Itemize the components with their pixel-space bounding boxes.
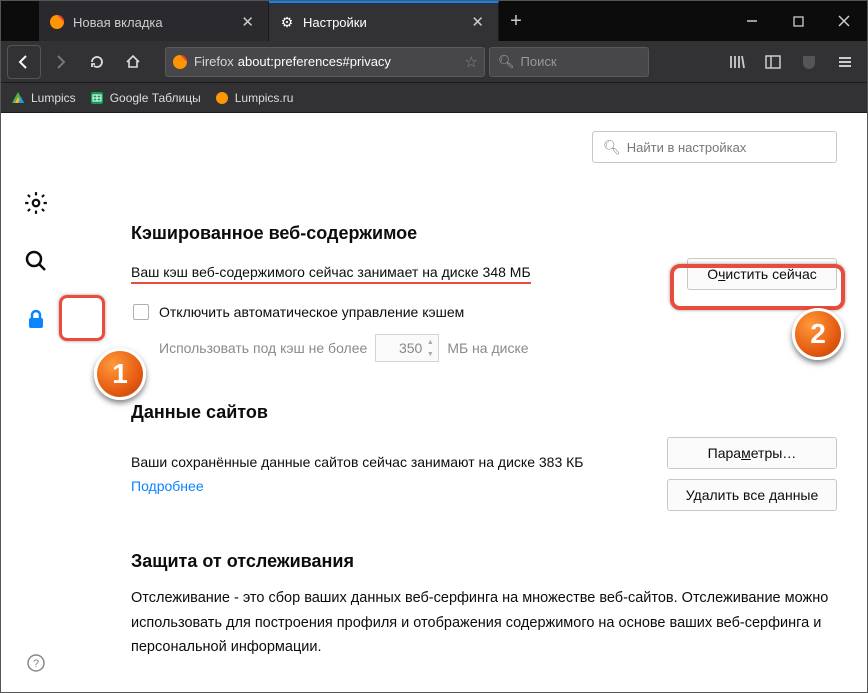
bookmark-item[interactable]: Google Таблицы	[90, 91, 201, 105]
tab-title: Настройки	[303, 15, 467, 30]
category-privacy[interactable]	[16, 299, 56, 339]
home-button[interactable]	[117, 46, 149, 78]
bookmark-label: Google Таблицы	[110, 91, 201, 105]
search-icon: 🔍︎	[498, 54, 515, 70]
prefs-search-placeholder: Найти в настройках	[627, 140, 747, 155]
nav-toolbar: Firefox ☆ 🔍︎ Поиск	[1, 41, 867, 83]
tab-settings[interactable]: ⚙ Настройки ✕	[269, 1, 499, 41]
tracking-description: Отслеживание - это сбор ваших данных веб…	[131, 586, 837, 660]
prefs-search[interactable]: 🔍︎ Найти в настройках	[592, 131, 837, 163]
bookmark-star-icon[interactable]: ☆	[465, 53, 478, 71]
bookmark-label: Lumpics	[31, 91, 76, 105]
site-icon	[215, 91, 229, 105]
cache-limit-input[interactable]: 350 ▲▼	[375, 334, 439, 362]
url-input[interactable]	[238, 54, 461, 69]
cache-limit-post: МБ на диске	[447, 340, 528, 356]
url-bar[interactable]: Firefox ☆	[165, 47, 485, 77]
cache-heading: Кэшированное веб-содержимое	[131, 223, 837, 244]
firefox-icon	[172, 54, 188, 70]
maximize-button[interactable]	[775, 1, 821, 41]
search-placeholder: Поиск	[521, 54, 557, 69]
help-button[interactable]: ?	[1, 654, 71, 672]
site-icon	[11, 91, 25, 105]
bookmark-label: Lumpics.ru	[235, 91, 294, 105]
site-data-delete-all-button[interactable]: Удалить все данные	[667, 479, 837, 511]
search-icon: 🔍︎	[603, 139, 621, 156]
override-cache-label: Отключить автоматическое управление кэше…	[159, 304, 464, 320]
svg-text:?: ?	[33, 658, 39, 670]
site-data-info: Ваши сохранённые данные сайтов сейчас за…	[131, 454, 583, 470]
category-search[interactable]	[16, 241, 56, 281]
identity-label: Firefox	[194, 54, 234, 69]
site-data-more-link[interactable]: Подробнее	[131, 478, 204, 494]
forward-button[interactable]	[45, 46, 77, 78]
library-button[interactable]	[721, 46, 753, 78]
minimize-button[interactable]	[729, 1, 775, 41]
clear-cache-button[interactable]: Очистить сейчас	[687, 258, 837, 290]
ublock-icon[interactable]	[793, 46, 825, 78]
preferences-content: ? 🔍︎ Найти в настройках Кэшированное веб…	[1, 113, 867, 692]
tab-title: Новая вкладка	[73, 15, 237, 30]
bookmarks-bar: Lumpics Google Таблицы Lumpics.ru	[1, 83, 867, 113]
close-tab-icon[interactable]: ✕	[237, 13, 258, 31]
prefs-sidebar: ?	[1, 113, 71, 692]
gear-icon: ⚙	[279, 14, 295, 30]
close-window-button[interactable]	[821, 1, 867, 41]
category-general[interactable]	[16, 183, 56, 223]
override-cache-checkbox[interactable]	[133, 304, 149, 320]
cache-limit-pre: Использовать под кэш не более	[159, 340, 367, 356]
new-tab-button[interactable]: +	[499, 1, 533, 41]
site-data-heading: Данные сайтов	[131, 402, 837, 423]
menu-button[interactable]	[829, 46, 861, 78]
reload-button[interactable]	[81, 46, 113, 78]
bookmark-item[interactable]: Lumpics	[11, 91, 76, 105]
tracking-heading: Защита от отслеживания	[131, 551, 837, 572]
firefox-icon	[49, 14, 65, 30]
sheets-icon	[90, 91, 104, 105]
site-data-params-button[interactable]: Параметры…	[667, 437, 837, 469]
bookmark-item[interactable]: Lumpics.ru	[215, 91, 294, 105]
titlebar: Новая вкладка ✕ ⚙ Настройки ✕ +	[1, 1, 867, 41]
search-bar[interactable]: 🔍︎ Поиск	[489, 47, 649, 77]
back-button[interactable]	[7, 45, 41, 79]
cache-info-text: Ваш кэш веб-содержимого сейчас занимает …	[131, 264, 531, 284]
tab-new[interactable]: Новая вкладка ✕	[39, 1, 269, 41]
close-tab-icon[interactable]: ✕	[467, 13, 488, 31]
prefs-main: 🔍︎ Найти в настройках Кэшированное веб-с…	[71, 113, 867, 692]
sidebar-button[interactable]	[757, 46, 789, 78]
